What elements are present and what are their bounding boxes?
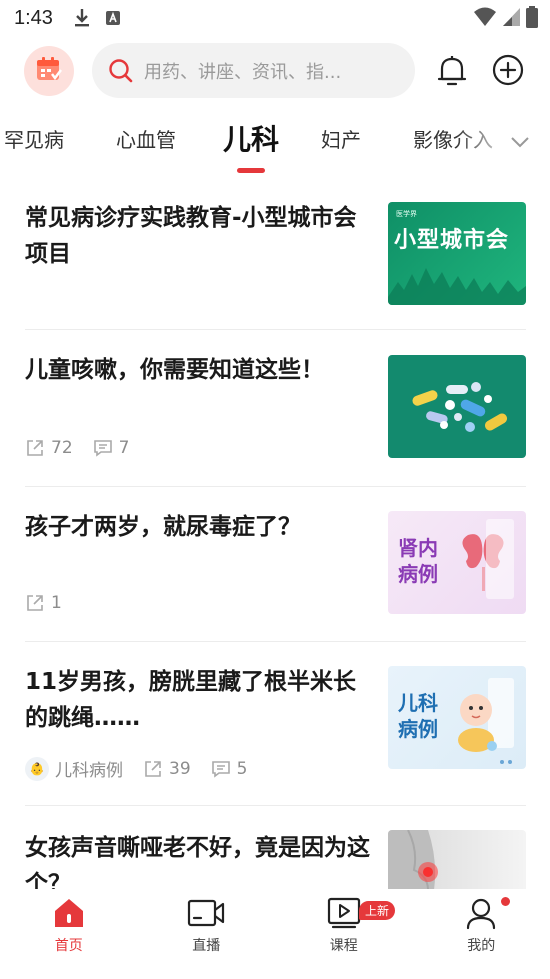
nav-courses[interactable]: 课程 上新: [275, 889, 413, 959]
article-card[interactable]: 女孩声音嘶哑老不好，竟是因为这个？: [25, 806, 526, 889]
article-title: 11岁男孩，膀胱里藏了根半米长的跳绳……: [25, 669, 357, 731]
category-tabs: 罕见病 心血管 儿科 妇产 影像介入: [0, 112, 550, 178]
download-icon: [73, 8, 91, 28]
tab-cardiovascular[interactable]: 心血管: [116, 124, 176, 153]
new-badge: 上新: [359, 901, 396, 920]
share-count: 1: [25, 593, 62, 613]
wifi-icon: [474, 7, 496, 32]
bottom-navigation: 首页 直播 课程 上新 我的: [0, 889, 550, 959]
comment-count: 5: [211, 759, 247, 779]
play-course-icon: [324, 895, 364, 931]
tab-rare-disease[interactable]: 罕见病: [4, 124, 64, 153]
article-title: 常见病诊疗实践教育-小型城市会项目: [25, 205, 357, 267]
calendar-icon: [34, 54, 64, 88]
article-title: 孩子才两岁，就尿毒症了？: [25, 514, 301, 540]
author-avatar: 👶: [25, 756, 49, 781]
status-bar: 1:43: [0, 0, 550, 36]
video-camera-icon: [186, 895, 226, 931]
chevron-down-icon[interactable]: [508, 130, 532, 154]
tab-obstetrics[interactable]: 妇产: [321, 124, 361, 153]
search-bar[interactable]: 用药、讲座、资讯、指...: [92, 43, 415, 98]
article-title: 儿童咳嗽，你需要知道这些！: [25, 357, 324, 383]
article-card[interactable]: 常见病诊疗实践教育-小型城市会项目 医学界 小型城市会: [25, 178, 526, 330]
article-card[interactable]: 儿童咳嗽，你需要知道这些！ 72 7: [25, 330, 526, 487]
article-thumbnail: 肾内病例: [388, 511, 526, 614]
article-card[interactable]: 孩子才两岁，就尿毒症了？ 1 肾内病例: [25, 487, 526, 642]
thumb-caption: 小型城市会: [394, 228, 510, 253]
share-count: 39: [143, 759, 191, 779]
tab-pediatrics[interactable]: 儿科: [223, 118, 279, 158]
baby-illustration: [458, 678, 514, 764]
tab-fade: [455, 112, 515, 172]
article-thumbnail: [388, 355, 526, 458]
article-meta: 👶 儿科病例 39 5: [25, 756, 267, 781]
article-card[interactable]: 11岁男孩，膀胱里藏了根半米长的跳绳…… 👶 儿科病例 39 5 儿科病例: [25, 642, 526, 806]
bell-icon[interactable]: [436, 54, 468, 88]
comment-icon: [93, 440, 112, 457]
add-icon[interactable]: [492, 54, 524, 86]
share-icon: [145, 760, 161, 777]
search-placeholder: 用药、讲座、资讯、指...: [144, 61, 342, 83]
article-feed: 常见病诊疗实践教育-小型城市会项目 医学界 小型城市会 儿童咳嗽，你需要知道这些…: [0, 178, 550, 889]
calendar-avatar-button[interactable]: [24, 46, 74, 96]
author[interactable]: 👶 儿科病例: [25, 756, 123, 781]
share-icon: [27, 440, 43, 456]
nav-profile[interactable]: 我的: [413, 889, 550, 959]
status-time: 1:43: [14, 6, 53, 29]
nav-live[interactable]: 直播: [138, 889, 276, 959]
home-indicator: [0, 959, 550, 979]
article-meta: 1: [25, 593, 82, 613]
notification-dot: [500, 897, 510, 906]
pills-illustration: [412, 382, 508, 432]
search-icon: [108, 58, 134, 84]
kidney-illustration: [462, 519, 514, 599]
user-icon: [461, 895, 501, 931]
header: 用药、讲座、资讯、指...: [0, 40, 550, 104]
comment-count: 7: [93, 438, 129, 458]
article-thumbnail: 儿科病例: [388, 666, 526, 769]
battery-icon: [526, 6, 538, 33]
share-icon: [27, 595, 43, 611]
share-count: 72: [25, 438, 73, 458]
article-meta: 72 7: [25, 438, 149, 458]
article-title: 女孩声音嘶哑老不好，竟是因为这个？: [25, 835, 370, 889]
nav-home[interactable]: 首页: [0, 889, 138, 959]
throat-illustration: [388, 830, 438, 889]
signal-icon: [502, 7, 520, 32]
article-thumbnail: [388, 830, 526, 889]
app-notification-icon: [105, 10, 121, 26]
svg-text:医学界: 医学界: [396, 209, 417, 218]
home-icon: [49, 895, 89, 931]
article-thumbnail: 医学界 小型城市会: [388, 202, 526, 305]
comment-icon: [211, 760, 230, 778]
tab-active-indicator: [237, 168, 265, 173]
